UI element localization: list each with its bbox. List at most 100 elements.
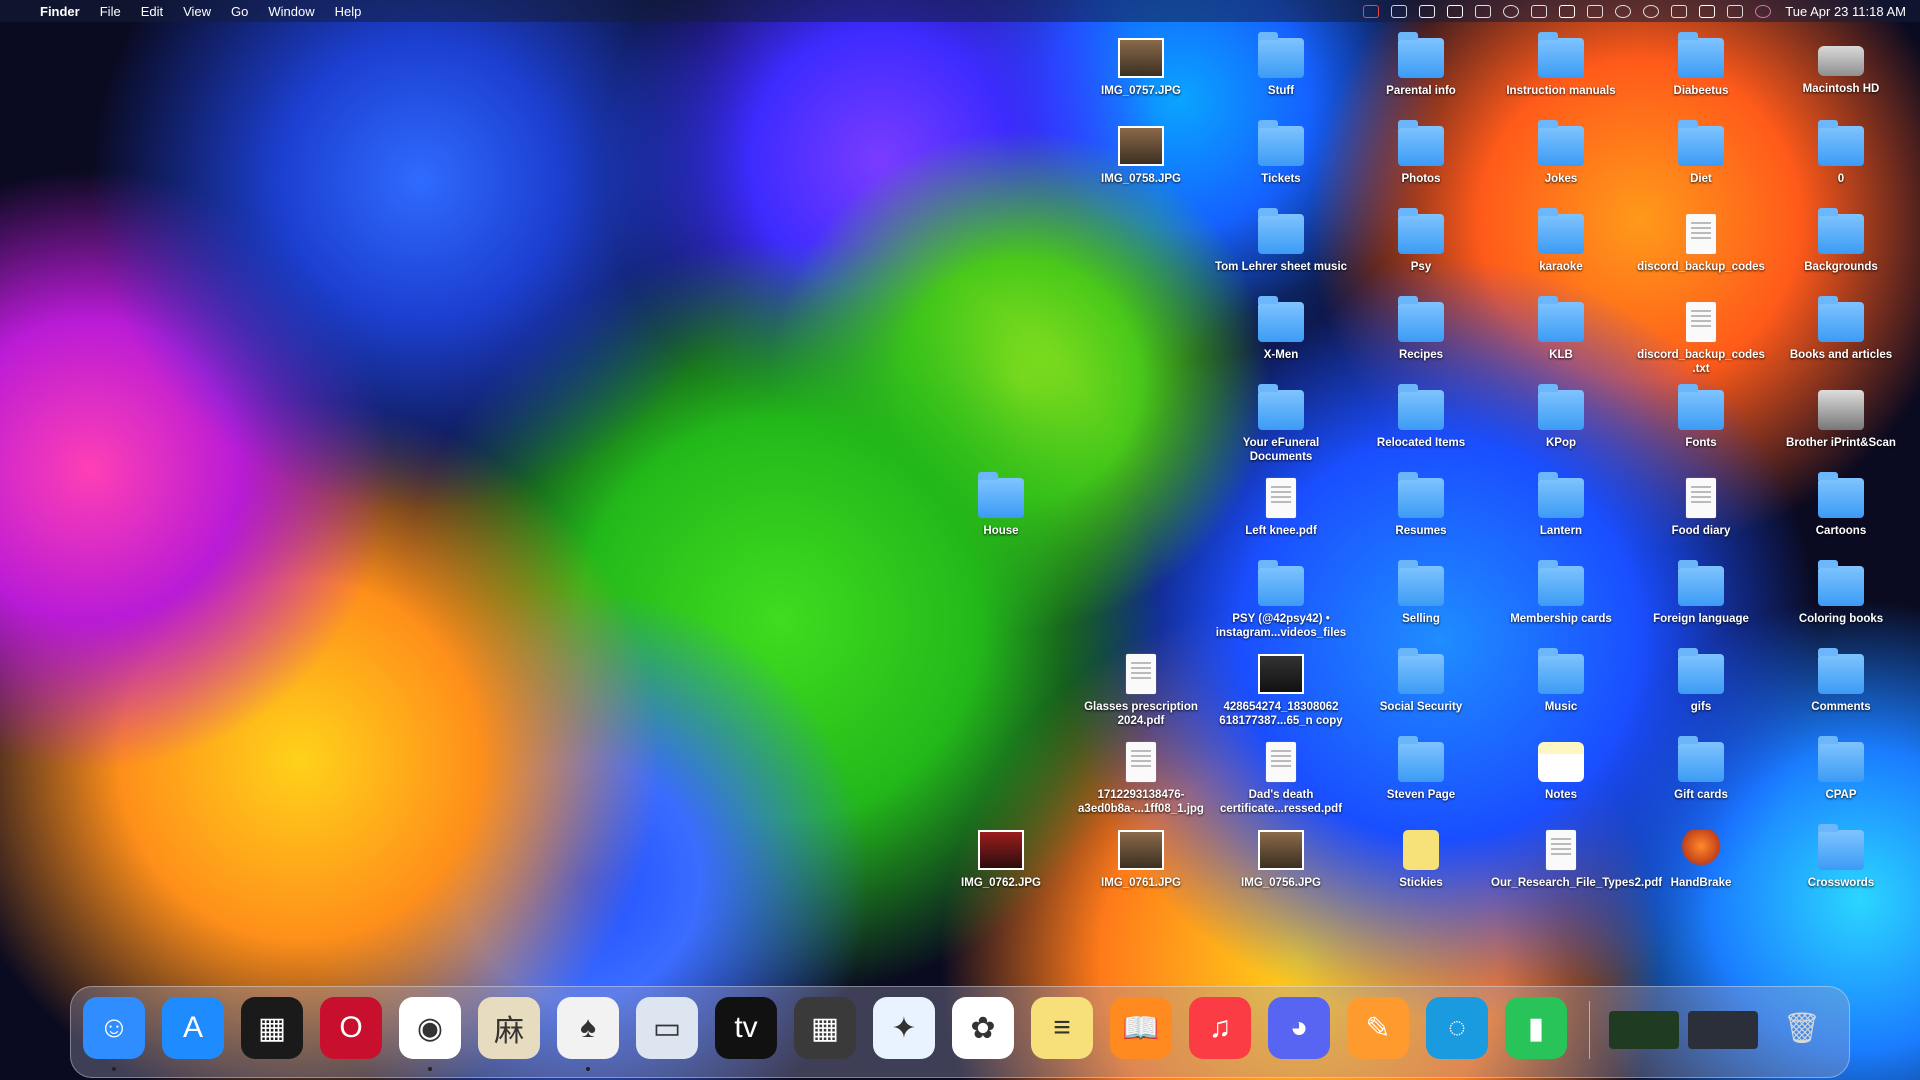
dropbox-icon[interactable] <box>1363 4 1380 18</box>
desktop-icon-folder[interactable]: KLB <box>1491 296 1631 362</box>
opera-icon[interactable]: O <box>320 997 382 1059</box>
desktop-icon-folder[interactable]: Crosswords <box>1771 824 1911 890</box>
desktop-icon-folder[interactable]: Foreign language <box>1631 560 1771 626</box>
desktop-icon-folder[interactable]: Music <box>1491 648 1631 714</box>
desktop-icon-folder[interactable]: 0 <box>1771 120 1911 186</box>
desktop-icon-folder[interactable]: Cartoons <box>1771 472 1911 538</box>
user-icon[interactable] <box>1615 4 1632 18</box>
desktop-icon-folder[interactable]: Membership cards <box>1491 560 1631 626</box>
edge-icon[interactable]: ◌ <box>1426 997 1488 1059</box>
menu-window[interactable]: Window <box>268 4 314 19</box>
music-icon[interactable]: ♫ <box>1189 997 1251 1059</box>
mail-icon[interactable] <box>1447 4 1464 18</box>
time-machine-icon[interactable] <box>1643 4 1660 18</box>
wifi-icon[interactable] <box>1559 4 1576 18</box>
desktop-icon-folder[interactable]: Backgrounds <box>1771 208 1911 274</box>
desktop-icon-doc[interactable]: Glasses prescription 2024.pdf <box>1071 654 1211 728</box>
desktop-icon-photo-red[interactable]: IMG_0762.JPG <box>931 830 1071 890</box>
menu-edit[interactable]: Edit <box>141 4 163 19</box>
desktop-icon-handbrake[interactable]: HandBrake <box>1631 830 1771 890</box>
siri-icon[interactable] <box>1755 4 1772 18</box>
mission-control-icon[interactable]: ▦ <box>241 997 303 1059</box>
desktop-icon-folder[interactable]: Resumes <box>1351 472 1491 538</box>
desktop-icon-folder[interactable]: Coloring books <box>1771 560 1911 626</box>
desktop-icon-photo[interactable]: IMG_0757.JPG <box>1071 38 1211 98</box>
desktop-icon-folder[interactable]: Tom Lehrer sheet music <box>1211 208 1351 274</box>
menubar-clock[interactable]: Tue Apr 23 11:18 AM <box>1785 4 1906 19</box>
desktop-icon-folder[interactable]: Jokes <box>1491 120 1631 186</box>
desktop-icon-folder[interactable]: PSY (@42psy42) • instagram...videos_file… <box>1211 560 1351 640</box>
desktop-icon-folder[interactable]: KPop <box>1491 384 1631 450</box>
desktop-icon-doc[interactable]: Left knee.pdf <box>1211 478 1351 538</box>
desktop-icon-disk[interactable]: Macintosh HD <box>1771 38 1911 96</box>
desktop-icon-photo[interactable]: IMG_0758.JPG <box>1071 126 1211 186</box>
app-store-icon[interactable]: A <box>162 997 224 1059</box>
desktop-icon-folder[interactable]: Parental info <box>1351 32 1491 98</box>
eject-icon[interactable] <box>1671 4 1688 18</box>
desktop-icon-doc[interactable]: Dad's death certificate...ressed.pdf <box>1211 742 1351 816</box>
menu-go[interactable]: Go <box>231 4 248 19</box>
desktop-icon-folder[interactable]: Relocated Items <box>1351 384 1491 450</box>
desktop-icon-folder[interactable]: Books and articles <box>1771 296 1911 362</box>
desktop-icon-folder[interactable]: Lantern <box>1491 472 1631 538</box>
desktop-icon-folder[interactable]: Diabeetus <box>1631 32 1771 98</box>
desktop-icon-printer[interactable]: Brother iPrint&Scan <box>1771 390 1911 450</box>
desktop-icon-folder[interactable]: House <box>931 472 1071 538</box>
discord-icon[interactable]: ◕ <box>1268 997 1330 1059</box>
desktop-icon-folder[interactable]: Your eFuneral Documents <box>1211 384 1351 464</box>
desktop-icon-folder[interactable]: Recipes <box>1351 296 1491 362</box>
desktop-icon-folder[interactable]: Tickets <box>1211 120 1351 186</box>
desktop-icon-doc[interactable]: 1712293138476-a3ed0b8a-...1ff08_1.jpg <box>1071 742 1211 816</box>
notes-icon[interactable]: ≡ <box>1031 997 1093 1059</box>
desktop-icon-photo[interactable]: IMG_0756.JPG <box>1211 830 1351 890</box>
desktop-icon-folder[interactable]: karaoke <box>1491 208 1631 274</box>
display-icon[interactable] <box>1475 4 1492 18</box>
menu-help[interactable]: Help <box>335 4 362 19</box>
menu-view[interactable]: View <box>183 4 211 19</box>
desktop-icon-folder[interactable]: Selling <box>1351 560 1491 626</box>
safari-icon[interactable]: ✦ <box>873 997 935 1059</box>
chrome-icon[interactable]: ◉ <box>399 997 461 1059</box>
desktop-icon-folder[interactable]: gifs <box>1631 648 1771 714</box>
desktop-icon-folder[interactable]: Fonts <box>1631 384 1771 450</box>
photos-icon[interactable]: ✿ <box>952 997 1014 1059</box>
desktop-icon-photo[interactable]: IMG_0761.JPG <box>1071 830 1211 890</box>
apple-tv-icon[interactable]: tv <box>715 997 777 1059</box>
finder-icon[interactable]: ☺ <box>83 997 145 1059</box>
keyboard-icon[interactable] <box>1587 4 1604 18</box>
desktop-icon-folder[interactable]: Photos <box>1351 120 1491 186</box>
desktop-icon-folder[interactable]: Gift cards <box>1631 736 1771 802</box>
mahjong-icon[interactable]: 麻 <box>478 997 540 1059</box>
desktop-icon-folder[interactable]: Steven Page <box>1351 736 1491 802</box>
control-center-icon[interactable] <box>1727 4 1744 18</box>
desktop-icon-folder[interactable]: Stuff <box>1211 32 1351 98</box>
app-menu-finder[interactable]: Finder <box>40 4 80 19</box>
menu-file[interactable]: File <box>100 4 121 19</box>
pages-icon[interactable]: ✎ <box>1347 997 1409 1059</box>
desktop-icon-doc[interactable]: discord_backup_codes <box>1631 214 1771 274</box>
numbers-icon[interactable]: ▮ <box>1505 997 1567 1059</box>
recent-window-1-icon[interactable] <box>1609 1011 1679 1049</box>
cloud-icon[interactable] <box>1419 4 1436 18</box>
desktop-icon-folder[interactable]: Diet <box>1631 120 1771 186</box>
trash-icon[interactable]: 🗑 <box>1771 997 1833 1059</box>
solitaire-icon[interactable]: ♠ <box>557 997 619 1059</box>
desktop-icon-doc[interactable]: Food diary <box>1631 478 1771 538</box>
desktop-icon-folder[interactable]: Comments <box>1771 648 1911 714</box>
search-icon[interactable] <box>1699 4 1716 18</box>
desktop-icon-folder[interactable]: CPAP <box>1771 736 1911 802</box>
desktop-icon-photo-dark[interactable]: 428654274_18308062 618177387...65_n copy <box>1211 654 1351 728</box>
desktop-icon-folder[interactable]: Instruction manuals <box>1491 32 1631 98</box>
desktop-icon-doc[interactable]: discord_backup_codes .txt <box>1631 302 1771 376</box>
desktop-icon-folder[interactable]: Social Security <box>1351 648 1491 714</box>
desktop-icon-sticky[interactable]: Stickies <box>1351 830 1491 890</box>
calculator-icon[interactable]: ▦ <box>794 997 856 1059</box>
desktop-icon-folder[interactable]: X-Men <box>1211 296 1351 362</box>
desktop-icon-note[interactable]: Notes <box>1491 742 1631 802</box>
bluetooth-icon[interactable] <box>1531 4 1548 18</box>
books-icon[interactable]: 📖 <box>1110 997 1172 1059</box>
desktop-icon-folder[interactable]: Psy <box>1351 208 1491 274</box>
audio-icon[interactable] <box>1391 4 1408 18</box>
preview-icon[interactable]: ▭ <box>636 997 698 1059</box>
play-icon[interactable] <box>1503 4 1520 18</box>
